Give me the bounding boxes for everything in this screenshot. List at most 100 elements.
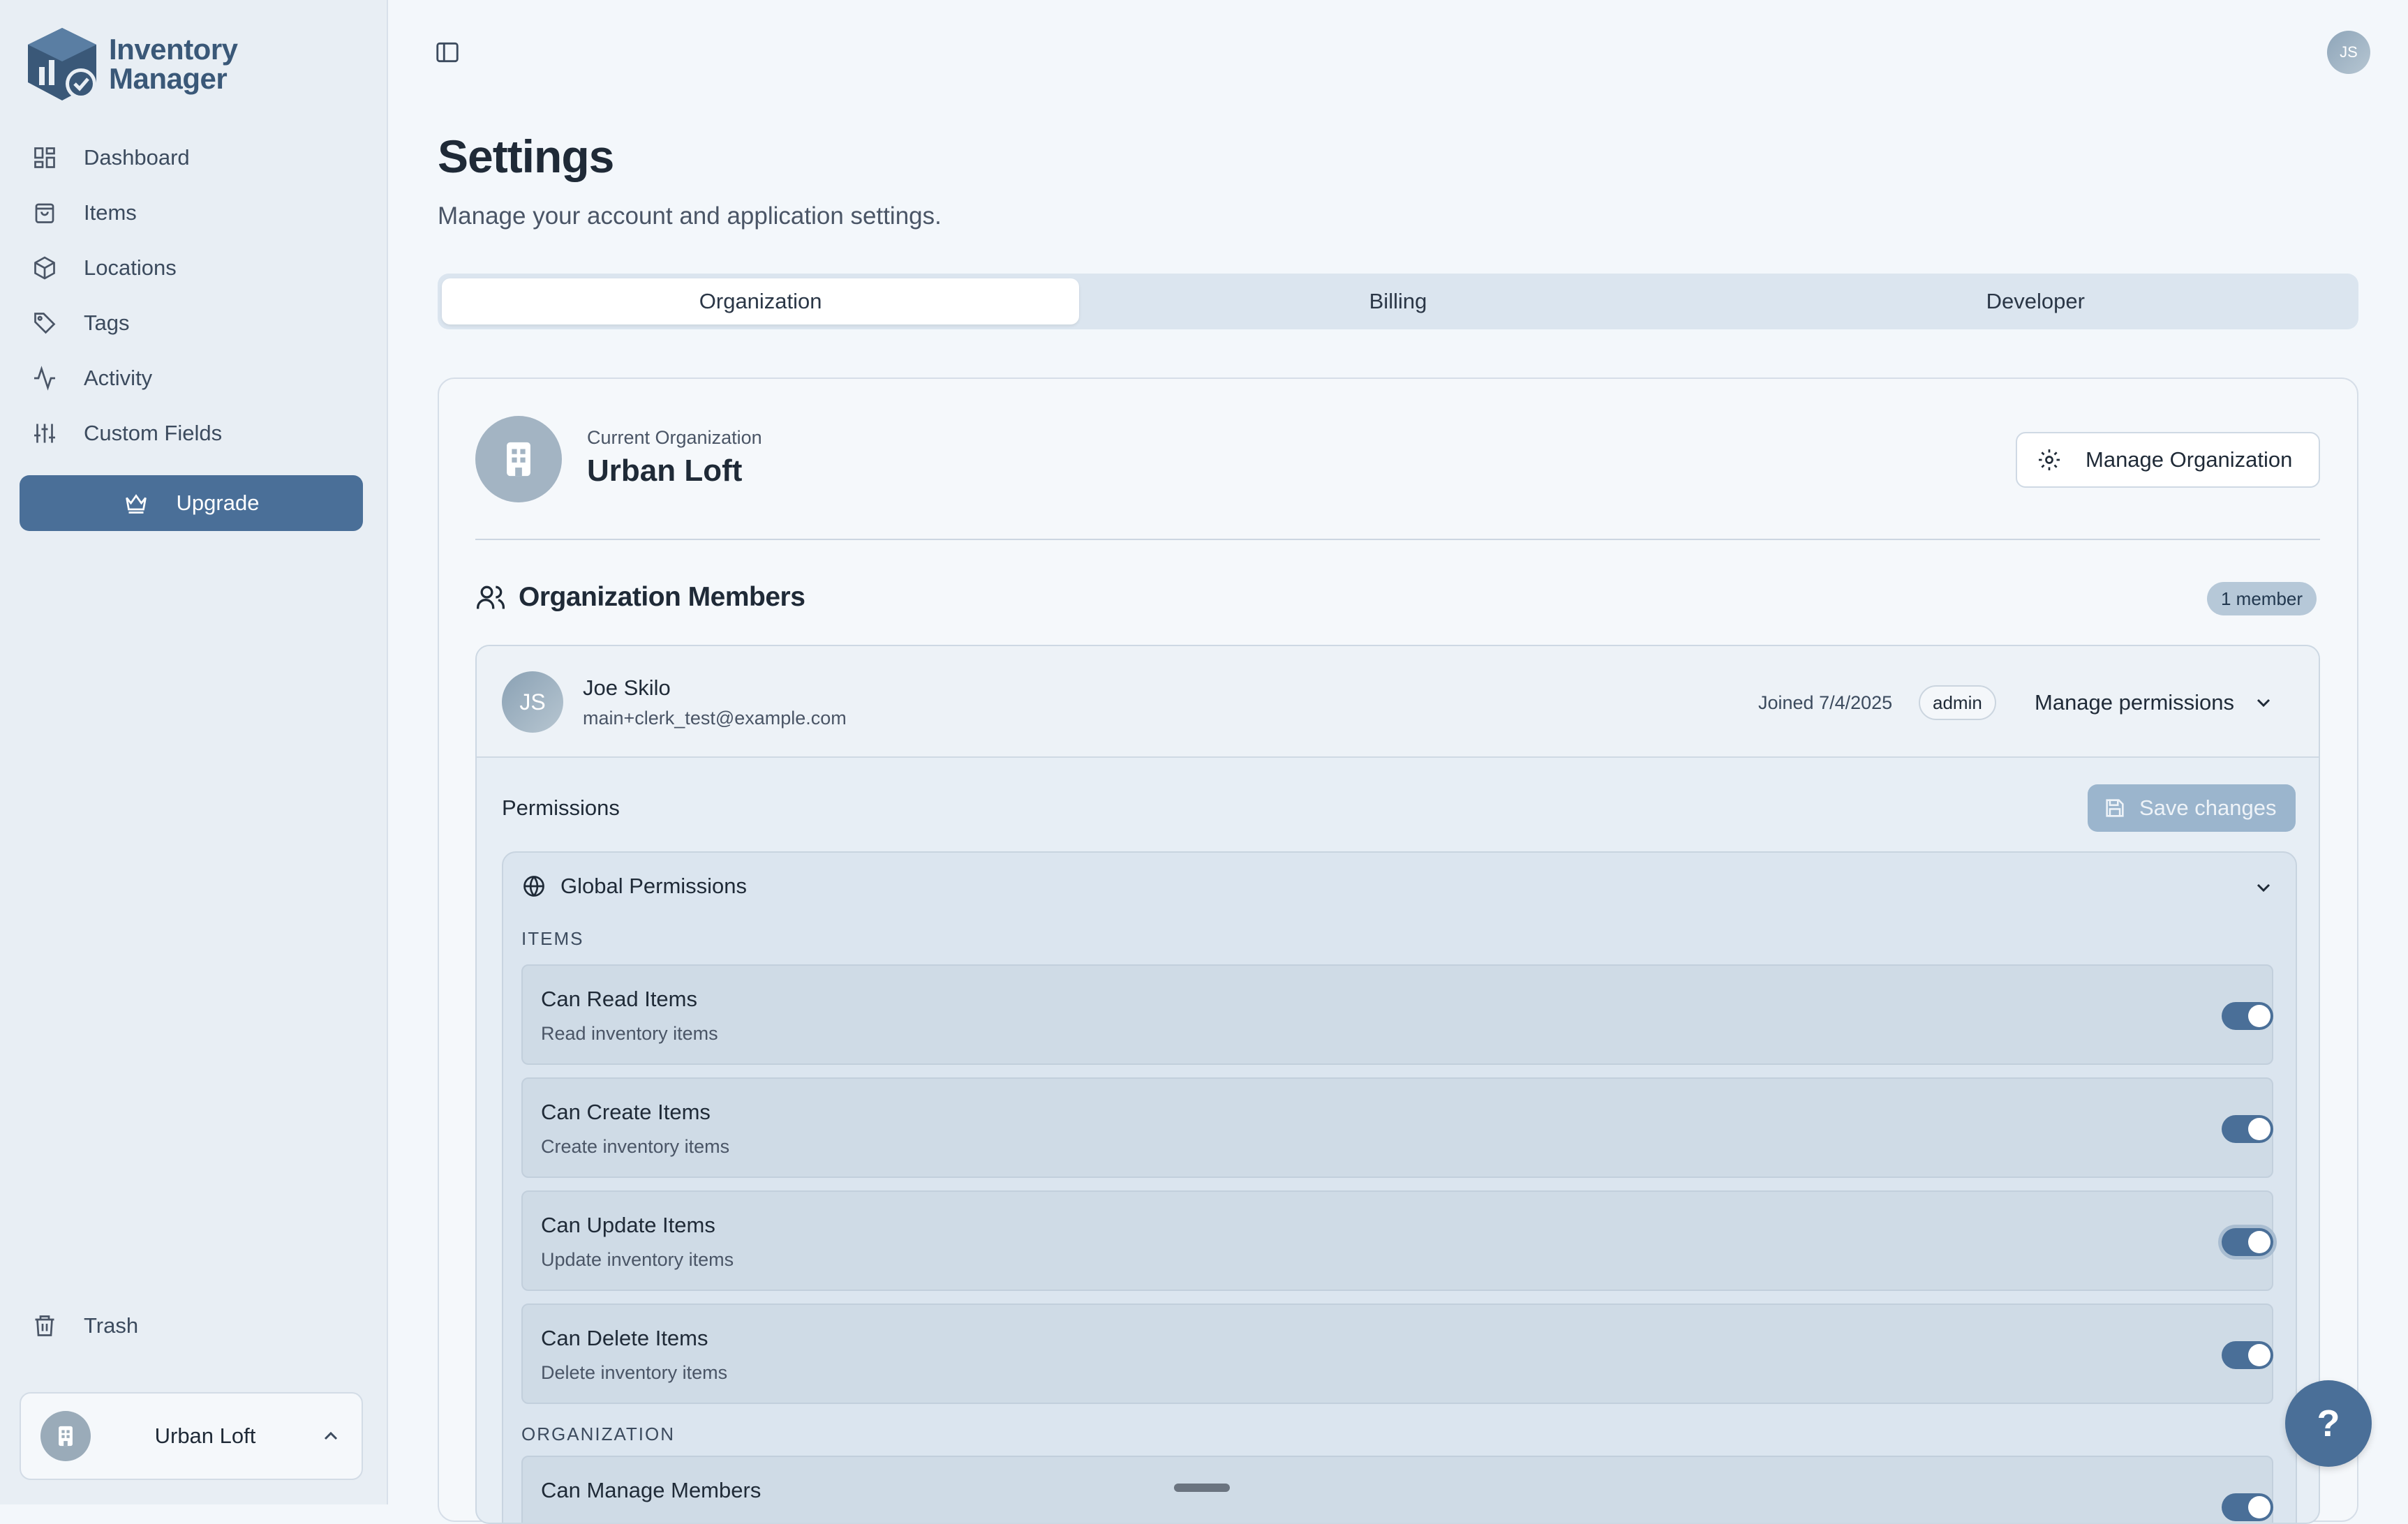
permission-row-read-items: Can Read Items Read inventory items	[521, 964, 2273, 1065]
manage-organization-label: Manage Organization	[2086, 447, 2293, 472]
section-label-items: ITEMS	[521, 928, 584, 949]
page-subtitle: Manage your account and application sett…	[438, 202, 942, 230]
organization-switcher[interactable]: Urban Loft	[20, 1392, 363, 1480]
permission-toggle-create-items[interactable]	[2222, 1115, 2273, 1143]
sidebar-item-label: Tags	[84, 310, 130, 335]
manage-permissions-toggle[interactable]: Manage permissions	[2035, 685, 2275, 720]
chevron-down-icon[interactable]	[2252, 876, 2275, 899]
inventory-box-logo-icon	[28, 28, 96, 100]
sidebar-item-label: Custom Fields	[84, 420, 223, 445]
member-avatar: JS	[502, 671, 563, 733]
sidebar-item-dashboard[interactable]: Dashboard	[21, 130, 367, 185]
sidebar-item-tags[interactable]: Tags	[21, 295, 367, 350]
save-icon	[2106, 799, 2124, 817]
member-name: Joe Skilo	[583, 675, 671, 700]
sidebar-nav: Dashboard Items Locations Tags Activity …	[21, 130, 367, 461]
permission-title: Can Update Items	[541, 1213, 715, 1237]
user-initials: JS	[2340, 43, 2358, 61]
sidebar: Inventory Manager Dashboard Items Locati…	[0, 0, 388, 1504]
global-permissions-title: Global Permissions	[560, 874, 748, 898]
help-button[interactable]: ?	[2285, 1380, 2372, 1467]
sidebar-item-items[interactable]: Items	[21, 185, 367, 240]
sidebar-item-label: Dashboard	[84, 144, 190, 170]
permission-title: Can Read Items	[541, 987, 697, 1011]
sidebar-item-custom-fields[interactable]: Custom Fields	[21, 405, 367, 461]
logo-line-1: Inventory	[109, 33, 238, 66]
global-permissions-section: Global Permissions ITEMS Can Read Items …	[502, 851, 2297, 1523]
dashboard-icon	[34, 147, 55, 168]
sidebar-item-label: Trash	[84, 1313, 139, 1338]
box-icon	[34, 255, 55, 280]
member-role-badge: admin	[1919, 685, 1996, 720]
permission-description: Create inventory items	[541, 1136, 730, 1157]
organization-avatar-large	[475, 416, 562, 502]
permission-description: Read inventory items	[541, 1023, 718, 1044]
organization-avatar	[40, 1411, 91, 1461]
organization-members-title: Organization Members	[519, 582, 805, 612]
permission-title: Can Manage Members	[541, 1478, 761, 1502]
scroll-indicator	[1174, 1484, 1230, 1492]
organization-members-heading: Organization Members	[475, 582, 805, 613]
logo-text: Inventory Manager	[109, 35, 238, 94]
tag-icon	[34, 312, 56, 334]
permission-description: Delete inventory items	[541, 1362, 728, 1383]
member-email: main+clerk_test@example.com	[583, 708, 847, 729]
upgrade-label: Upgrade	[176, 491, 260, 515]
tab-organization[interactable]: Organization	[442, 278, 1080, 324]
building-icon	[59, 1426, 73, 1447]
chevron-down-icon	[2257, 698, 2270, 708]
settings-tabs: Organization Billing Developer	[438, 274, 2358, 329]
permission-row-create-items: Can Create Items Create inventory items	[521, 1077, 2273, 1178]
sidebar-item-label: Locations	[84, 255, 177, 280]
upgrade-button[interactable]: Upgrade	[20, 475, 363, 531]
save-changes-label: Save changes	[2139, 795, 2277, 820]
activity-icon	[34, 365, 55, 391]
sliders-icon	[34, 424, 55, 442]
divider	[475, 539, 2320, 540]
toggle-sidebar-icon[interactable]	[434, 39, 461, 66]
permission-row-manage-members: Can Manage Members	[521, 1456, 2273, 1523]
manage-permissions-label: Manage permissions	[2035, 690, 2235, 715]
trash-icon	[35, 1315, 54, 1336]
app-logo[interactable]: Inventory Manager	[24, 25, 238, 103]
permission-row-update-items: Can Update Items Update inventory items	[521, 1190, 2273, 1291]
member-panel: JS Joe Skilo main+clerk_test@example.com…	[475, 645, 2320, 1524]
permission-toggle-update-items[interactable]	[2222, 1228, 2273, 1256]
permissions-label: Permissions	[502, 795, 620, 820]
user-avatar[interactable]: JS	[2327, 31, 2370, 74]
member-joined-date: Joined 7/4/2025	[1758, 692, 1893, 713]
building-icon	[507, 442, 530, 477]
sidebar-item-locations[interactable]: Locations	[21, 240, 367, 295]
member-initials: JS	[519, 689, 546, 715]
tab-billing[interactable]: Billing	[1079, 278, 1716, 324]
organization-switcher-name: Urban Loft	[154, 1424, 256, 1448]
chevron-up-icon	[324, 1431, 338, 1440]
permission-toggle-manage-members[interactable]	[2222, 1493, 2273, 1521]
sidebar-item-label: Activity	[84, 365, 153, 390]
globe-icon	[523, 876, 544, 897]
global-permissions-header[interactable]: Global Permissions	[521, 874, 747, 899]
sidebar-item-trash[interactable]: Trash	[32, 1313, 138, 1338]
permission-title: Can Create Items	[541, 1100, 711, 1124]
manage-organization-button[interactable]: Manage Organization	[2016, 432, 2320, 488]
sidebar-item-activity[interactable]: Activity	[21, 350, 367, 405]
logo-line-2: Manager	[109, 62, 228, 95]
permission-toggle-read-items[interactable]	[2222, 1002, 2273, 1030]
section-label-organization: ORGANIZATION	[521, 1424, 675, 1444]
permission-description: Update inventory items	[541, 1249, 734, 1270]
permission-title: Can Delete Items	[541, 1326, 708, 1350]
gear-icon	[2039, 449, 2060, 470]
member-row[interactable]: JS Joe Skilo main+clerk_test@example.com…	[477, 646, 2319, 758]
permission-row-delete-items: Can Delete Items Delete inventory items	[521, 1303, 2273, 1404]
save-changes-button[interactable]: Save changes	[2088, 784, 2296, 832]
bag-icon	[35, 203, 54, 223]
member-count-badge: 1 member	[2207, 582, 2317, 615]
sidebar-item-label: Items	[84, 200, 137, 225]
tab-developer[interactable]: Developer	[1717, 278, 2354, 324]
permission-toggle-delete-items[interactable]	[2222, 1341, 2273, 1369]
current-organization-name: Urban Loft	[587, 454, 743, 488]
page-title: Settings	[438, 130, 614, 182]
crown-icon	[125, 494, 147, 514]
users-icon	[477, 585, 505, 609]
current-organization-label: Current Organization	[587, 427, 762, 448]
